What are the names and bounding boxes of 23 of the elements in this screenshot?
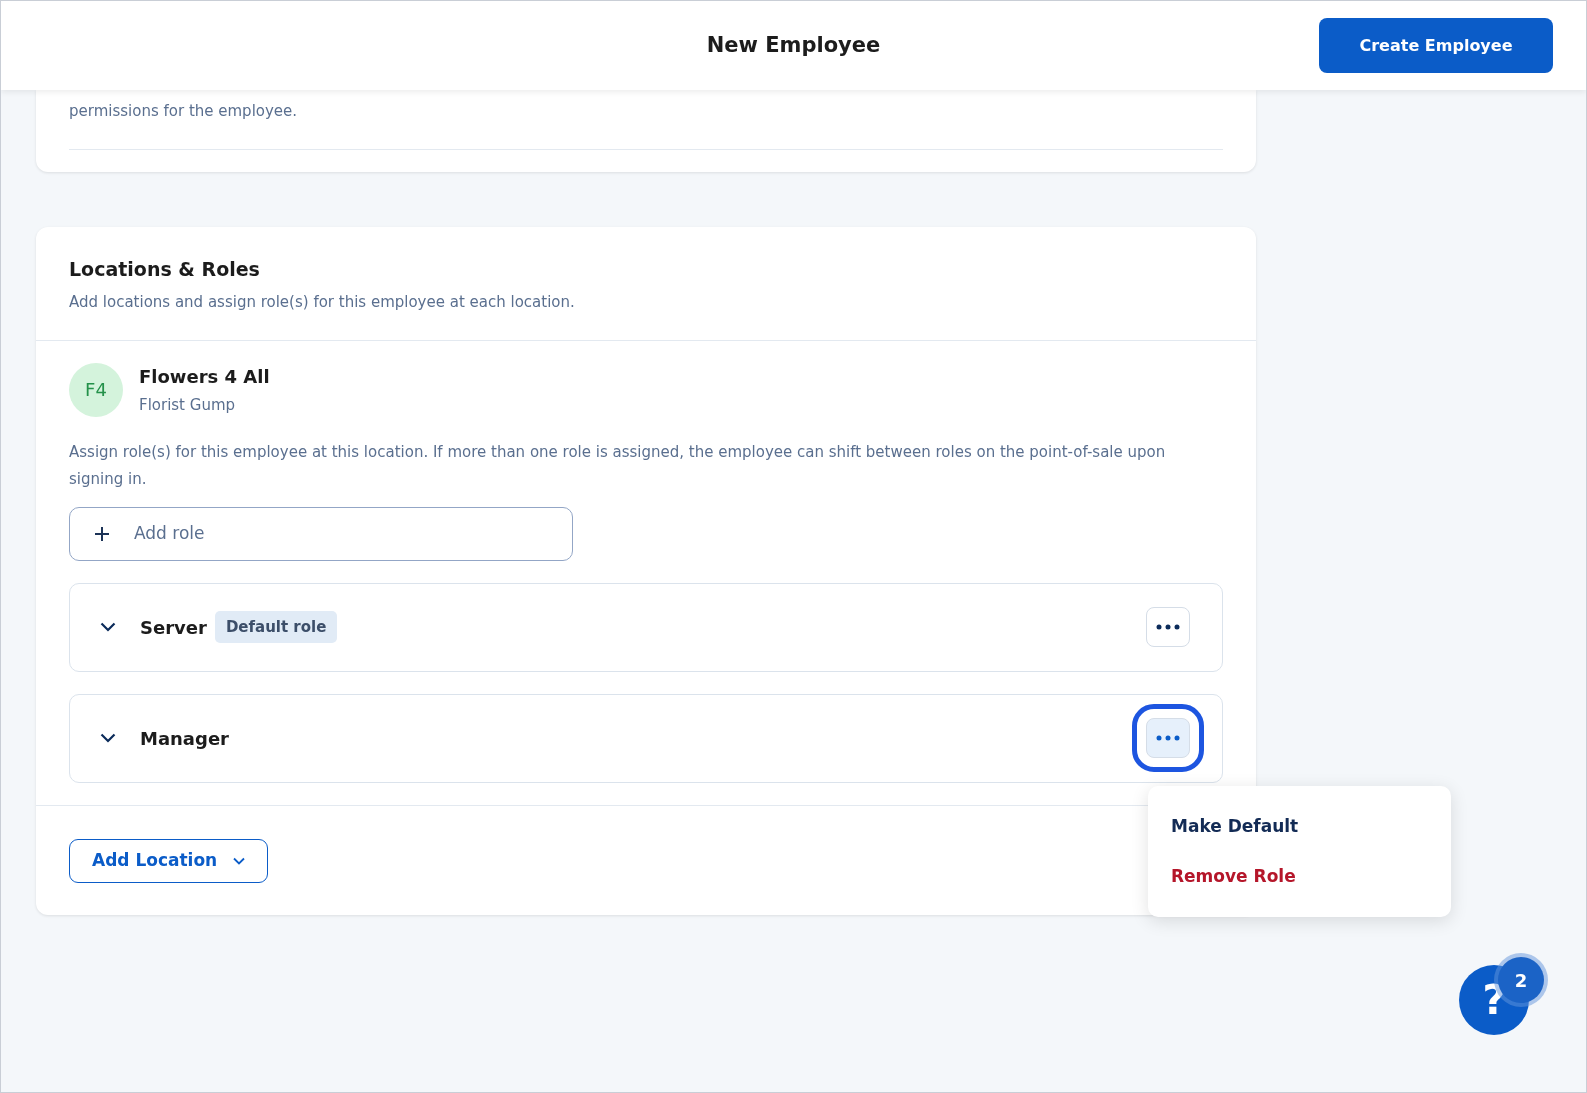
add-role-button[interactable]: Add role (69, 506, 573, 561)
menu-item[interactable]: Make Default (1148, 802, 1451, 852)
default-role-badge: Default role (214, 610, 338, 644)
chevron-down-icon (233, 856, 246, 865)
page-title: New Employee (706, 31, 881, 59)
section-title: Locations & Roles (69, 256, 261, 282)
chevron-down-icon (100, 622, 116, 632)
location-avatar: F4 (69, 362, 123, 417)
role-name: Manager (140, 726, 229, 751)
role-hint: Assign role(s) for this employee at this location. If more than one role is assigned, the employee can shift between roles on the point-of-sale upon signing in. (69, 441, 1167, 490)
chevron-down-icon (100, 733, 116, 743)
plus-icon (94, 525, 110, 542)
add-location-button[interactable]: Add Location (69, 838, 269, 883)
location-name: Flowers 4 All (139, 364, 270, 389)
more-icon (1156, 735, 1180, 741)
menu-item[interactable]: Remove Role (1148, 851, 1451, 901)
status-description: permissions for the employee. (69, 100, 1223, 150)
more-options-button[interactable] (1146, 607, 1190, 647)
role-name: Server (140, 615, 207, 640)
create-employee-button[interactable]: Create Employee (1319, 18, 1553, 73)
more-icon (1156, 624, 1180, 630)
location-subtitle: Florist Gump (139, 394, 237, 416)
section-subtitle: Add locations and assign role(s) for this employee at each location. (69, 292, 576, 313)
